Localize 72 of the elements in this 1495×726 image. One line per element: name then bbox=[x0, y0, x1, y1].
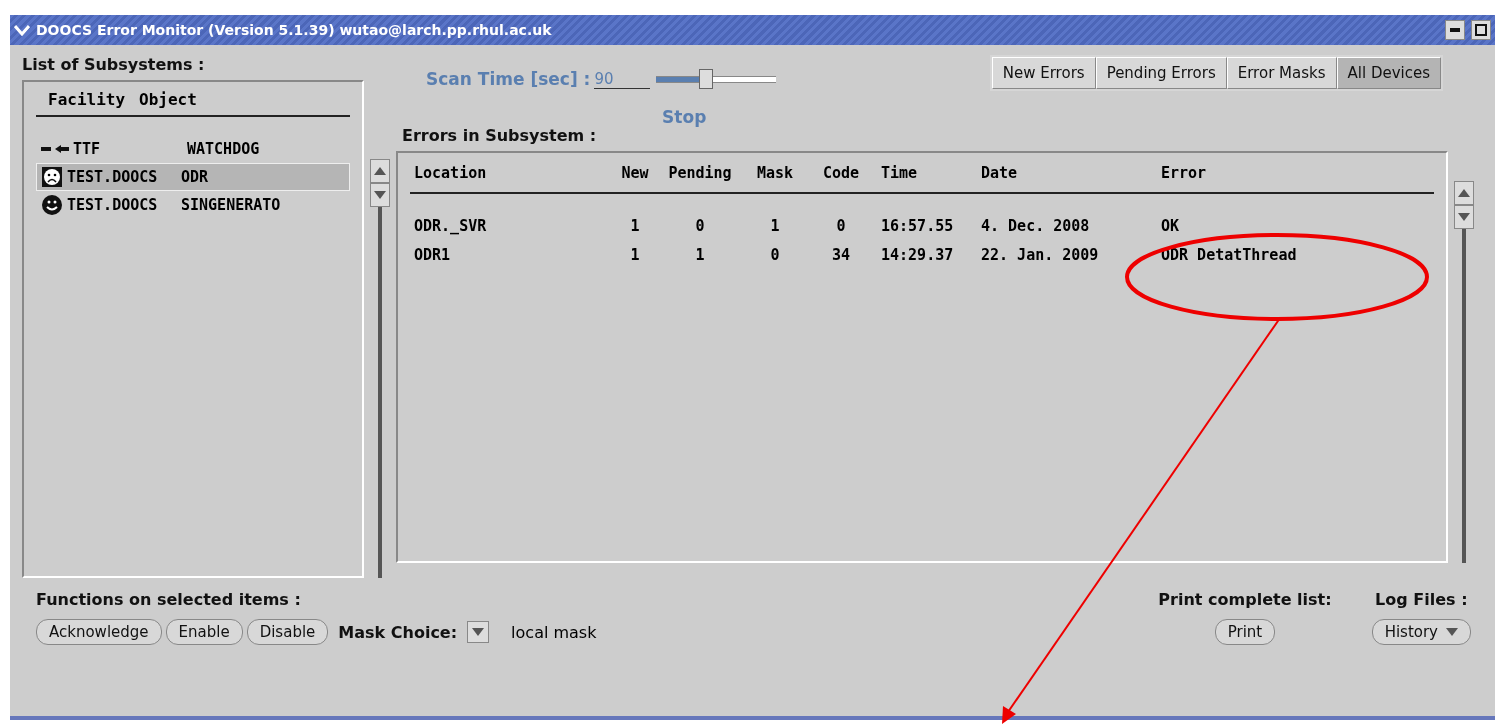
mask-dropdown-button[interactable] bbox=[467, 621, 490, 643]
column-header: Time bbox=[880, 163, 919, 184]
minimize-button[interactable] bbox=[1445, 20, 1465, 40]
table-cell-text: OK bbox=[1160, 216, 1181, 237]
functions-title: Functions on selected items : bbox=[36, 590, 301, 609]
column-header: Location bbox=[413, 163, 488, 184]
table-cell-text: 1 bbox=[629, 216, 641, 237]
minimize-icon bbox=[1450, 28, 1460, 32]
facility-text: TEST.DOOCS bbox=[67, 168, 159, 186]
sad-face-icon bbox=[41, 166, 63, 188]
errors-title: Errors in Subsystem : bbox=[401, 126, 598, 145]
facility-text: TTF bbox=[73, 140, 102, 158]
smiley-icon bbox=[41, 194, 63, 216]
column-header: New bbox=[620, 163, 650, 184]
mask-value: local mask bbox=[511, 622, 597, 642]
subsystem-item[interactable]: TEST.DOOCS ODR bbox=[36, 163, 350, 191]
tab[interactable]: All Devices bbox=[1336, 57, 1441, 89]
column-header: Pending bbox=[667, 163, 733, 184]
table-cell-text: 4. Dec. 2008 bbox=[980, 216, 1091, 237]
column-header: Facility bbox=[48, 90, 126, 109]
table-cell-text: 0 bbox=[835, 216, 847, 237]
table-cell-text: 1 bbox=[769, 216, 781, 237]
table-cell-text: 1 bbox=[694, 245, 706, 266]
mask-choice-label: Mask Choice: bbox=[338, 622, 458, 642]
action-button[interactable]: Disable bbox=[246, 619, 329, 645]
subsystem-item[interactable]: TEST.DOOCS SINGENERATO bbox=[36, 191, 350, 219]
table-cell-text: 34 bbox=[830, 245, 852, 266]
up-arrow-icon bbox=[1458, 189, 1470, 197]
table-cell-text: ODR._SVR bbox=[413, 216, 488, 237]
table-cell-text: 1 bbox=[629, 245, 641, 266]
history-dropdown[interactable]: History bbox=[1371, 619, 1471, 645]
column-header: Code bbox=[821, 163, 861, 184]
table-cell-text: 14:29.37 bbox=[880, 245, 955, 266]
log-files-title: Log Files : bbox=[1375, 590, 1468, 609]
down-arrow-icon bbox=[1446, 628, 1458, 636]
object-text: WATCHDOG bbox=[187, 140, 260, 158]
down-arrow-icon bbox=[472, 628, 485, 636]
facility-text: TEST.DOOCS bbox=[67, 196, 159, 214]
maximize-button[interactable] bbox=[1471, 20, 1491, 40]
action-button[interactable]: Enable bbox=[165, 619, 243, 645]
table-cell-text: 0 bbox=[694, 216, 706, 237]
column-header: Error bbox=[1160, 163, 1208, 184]
object-text: ODR bbox=[181, 168, 209, 186]
table-cell-text: ODR1 bbox=[413, 245, 452, 266]
subsystems-title: List of Subsystems : bbox=[22, 55, 206, 74]
column-header: Mask bbox=[755, 163, 795, 184]
chevron-down-icon[interactable] bbox=[14, 24, 30, 36]
subsystem-item[interactable]: TTF WATCHDOG bbox=[36, 135, 350, 163]
scan-time-label: Scan Time [sec] : bbox=[426, 69, 591, 89]
table-cell-text: 22. Jan. 2009 bbox=[980, 245, 1100, 266]
scroll-up-button[interactable] bbox=[370, 159, 390, 183]
scroll-down-button[interactable] bbox=[370, 183, 390, 207]
column-header: Date bbox=[980, 163, 1019, 184]
tab[interactable]: Error Masks bbox=[1226, 57, 1337, 89]
tab[interactable]: Pending Errors bbox=[1095, 57, 1227, 89]
print-title: Print complete list: bbox=[1158, 590, 1332, 609]
tab[interactable]: New Errors bbox=[991, 57, 1096, 89]
object-text: SINGENERATO bbox=[181, 196, 281, 214]
scroll-up-button[interactable] bbox=[1454, 181, 1474, 205]
slider-thumb[interactable] bbox=[698, 69, 713, 89]
arrow-icon bbox=[41, 144, 69, 154]
action-button[interactable]: Acknowledge bbox=[36, 619, 162, 645]
column-header: Object bbox=[139, 90, 197, 109]
table-cell-text: 16:57.55 bbox=[880, 216, 955, 237]
maximize-icon bbox=[1475, 24, 1487, 36]
down-arrow-icon bbox=[1458, 213, 1470, 221]
up-arrow-icon bbox=[374, 167, 386, 175]
down-arrow-icon bbox=[374, 191, 386, 199]
window-title: DOOCS Error Monitor (Version 5.1.39) wutao@larch.pp.rhul.ac.uk bbox=[36, 22, 553, 38]
table-cell-text: 0 bbox=[769, 245, 781, 266]
print-button[interactable]: Print bbox=[1214, 619, 1276, 645]
scroll-down-button[interactable] bbox=[1454, 205, 1474, 229]
